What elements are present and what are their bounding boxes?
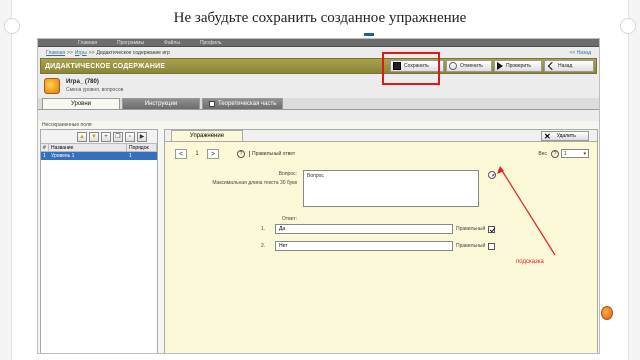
annotation-label: подсказка — [516, 259, 544, 265]
annotation-arrow-line — [500, 168, 556, 256]
annotation-overlay — [497, 166, 556, 256]
